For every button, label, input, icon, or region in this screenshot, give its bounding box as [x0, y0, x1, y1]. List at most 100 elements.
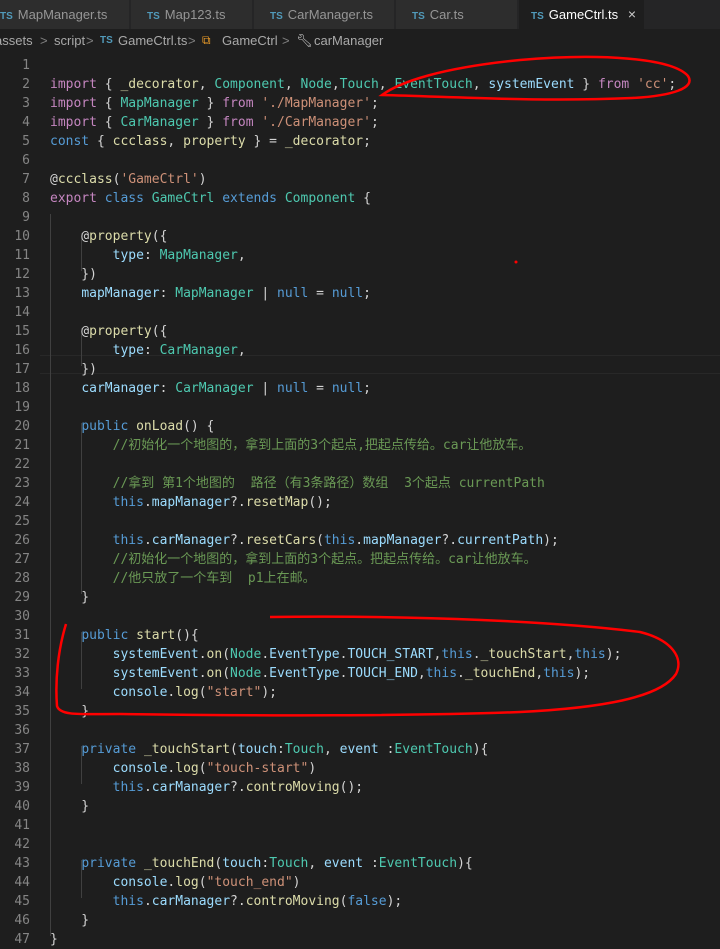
line-number: 18 — [14, 381, 30, 396]
code-line: import { MapManager } from './MapManager… — [50, 96, 379, 111]
ts-file-icon: TS — [100, 35, 113, 46]
chevron-right-icon: > — [282, 33, 290, 48]
breadcrumb-item-assets[interactable]: assets — [0, 29, 33, 52]
code-line: //拿到 第1个地图的 路径（有3条路径）数组 3个起点 currentPath — [112, 476, 545, 491]
line-number: 27 — [14, 552, 30, 567]
line-number: 13 — [14, 286, 30, 301]
code-line: @property({ — [50, 324, 168, 339]
tab-carmanager[interactable]: TS CarManager.ts — [254, 0, 395, 29]
line-number: 45 — [14, 894, 30, 909]
line-number: 21 — [14, 438, 30, 453]
line-number: 41 — [14, 818, 30, 833]
breadcrumb-item-file[interactable]: GameCtrl.ts — [118, 29, 187, 52]
line-number: 42 — [14, 837, 30, 852]
class-symbol-icon: ⧉ — [202, 33, 211, 47]
code-line: console.log("touch-start") — [112, 761, 317, 776]
line-number: 12 — [14, 267, 30, 282]
line-number: 15 — [14, 324, 30, 339]
ts-file-icon: TS — [147, 11, 160, 22]
breadcrumb: assets > script > TS GameCtrl.ts > ⧉ Gam… — [0, 29, 720, 52]
breadcrumb-item-class[interactable]: GameCtrl — [222, 29, 278, 52]
code-editor[interactable]: 1 2 3 4 5 6 7 8 9 10 11 12 13 14 15 16 17 18 19 20 21 22 23 24 2… — [0, 52, 720, 948]
tab-map123[interactable]: TS Map123.ts — [131, 0, 253, 29]
code-line: //初始化一个地图的，拿到上面的3个起点,把起点传给。car让他放车。 — [112, 438, 532, 453]
line-number: 38 — [14, 761, 30, 776]
breadcrumb-item-script[interactable]: script — [54, 29, 85, 52]
code-line: type: MapManager, — [112, 248, 246, 263]
code-line: //初始化一个地图的，拿到上面的3个起点。把起点传给。car让他放车。 — [112, 552, 537, 567]
code-line: console.log("touch_end") — [112, 875, 301, 890]
code-line: this.carManager?.resetCars(this.mapManag… — [112, 533, 559, 548]
line-number: 40 — [14, 799, 30, 814]
code-line: @property({ — [50, 229, 168, 244]
line-number: 3 — [22, 96, 30, 111]
line-number: 5 — [22, 134, 30, 149]
line-number: 2 — [22, 77, 30, 92]
tab-label: Map123.ts — [164, 7, 226, 22]
ts-file-icon: TS — [412, 11, 425, 22]
line-number: 36 — [14, 723, 30, 738]
code-line: this.mapManager?.resetMap(); — [112, 495, 332, 510]
tab-label: MapManager.ts — [17, 7, 108, 22]
line-number: 39 — [14, 780, 30, 795]
line-number: 37 — [14, 742, 30, 757]
code-line: } — [50, 932, 58, 947]
line-number: 28 — [14, 571, 30, 586]
code-line: this.carManager?.controMoving(false); — [112, 894, 403, 909]
code-line: const { ccclass, property } = _decorator… — [50, 134, 371, 149]
code-line: import { CarManager } from './CarManager… — [50, 115, 379, 130]
line-number: 33 — [14, 666, 30, 681]
code-line: type: CarManager, — [112, 343, 246, 358]
tab-gamectrl[interactable]: TS GameCtrl.ts × — [519, 0, 645, 29]
line-number: 17 — [14, 362, 30, 377]
line-number: 23 — [14, 476, 30, 491]
line-number: 24 — [14, 495, 30, 510]
line-number: 25 — [14, 514, 30, 529]
code-line: systemEvent.on(Node.EventType.TOUCH_STAR… — [112, 647, 622, 662]
tab-label: Car.ts — [429, 7, 464, 22]
code-line: //他只放了一个车到 p1上在邮。 — [112, 571, 316, 586]
tab-label: CarManager.ts — [287, 7, 374, 22]
ts-file-icon: TS — [0, 11, 13, 22]
line-number: 29 — [14, 590, 30, 605]
code-line: mapManager: MapManager | null = null; — [81, 286, 371, 301]
line-number: 31 — [14, 628, 30, 643]
code-line: }) — [50, 362, 97, 377]
line-number: 7 — [22, 172, 30, 187]
line-number: 34 — [14, 685, 30, 700]
code-line: } — [50, 704, 90, 719]
line-number: 1 — [22, 58, 30, 73]
code-line: }) — [50, 267, 97, 282]
code-line: this.carManager?.controMoving(); — [112, 780, 364, 795]
code-line: } — [50, 590, 90, 605]
code-line: public onLoad() { — [81, 419, 215, 434]
line-number: 44 — [14, 875, 30, 890]
tab-mapmanager[interactable]: TS MapManager.ts — [0, 0, 130, 29]
chevron-right-icon: > — [86, 33, 94, 48]
code-line: @ccclass('GameCtrl') — [50, 172, 207, 187]
line-number: 8 — [22, 191, 30, 206]
tab-label: GameCtrl.ts — [548, 7, 619, 22]
line-number: 46 — [14, 913, 30, 928]
line-number: 43 — [14, 856, 30, 871]
line-number: 35 — [14, 704, 30, 719]
code-line: public start(){ — [81, 628, 199, 643]
line-number: 11 — [14, 248, 30, 263]
chevron-right-icon: > — [188, 33, 196, 48]
editor-tab-bar: TS MapManager.ts TS Map123.ts TS CarManager… — [0, 0, 720, 29]
tab-car[interactable]: TS Car.ts — [396, 0, 518, 29]
line-number: 14 — [14, 305, 30, 320]
line-number: 9 — [22, 210, 30, 225]
code-line: } — [50, 913, 90, 928]
line-number: 30 — [14, 609, 30, 624]
code-line: console.log("start"); — [112, 685, 278, 700]
line-number: 10 — [14, 229, 30, 244]
line-number: 6 — [22, 153, 30, 168]
line-number: 4 — [22, 115, 30, 130]
code-line: systemEvent.on(Node.EventType.TOUCH_END,… — [112, 666, 591, 681]
wrench-icon: 🔧︎ — [296, 33, 313, 48]
breadcrumb-item-property[interactable]: carManager — [314, 29, 383, 52]
close-icon[interactable]: × — [628, 0, 636, 29]
code-line: export class GameCtrl extends Component … — [50, 191, 371, 206]
ts-file-icon: TS — [270, 11, 283, 22]
